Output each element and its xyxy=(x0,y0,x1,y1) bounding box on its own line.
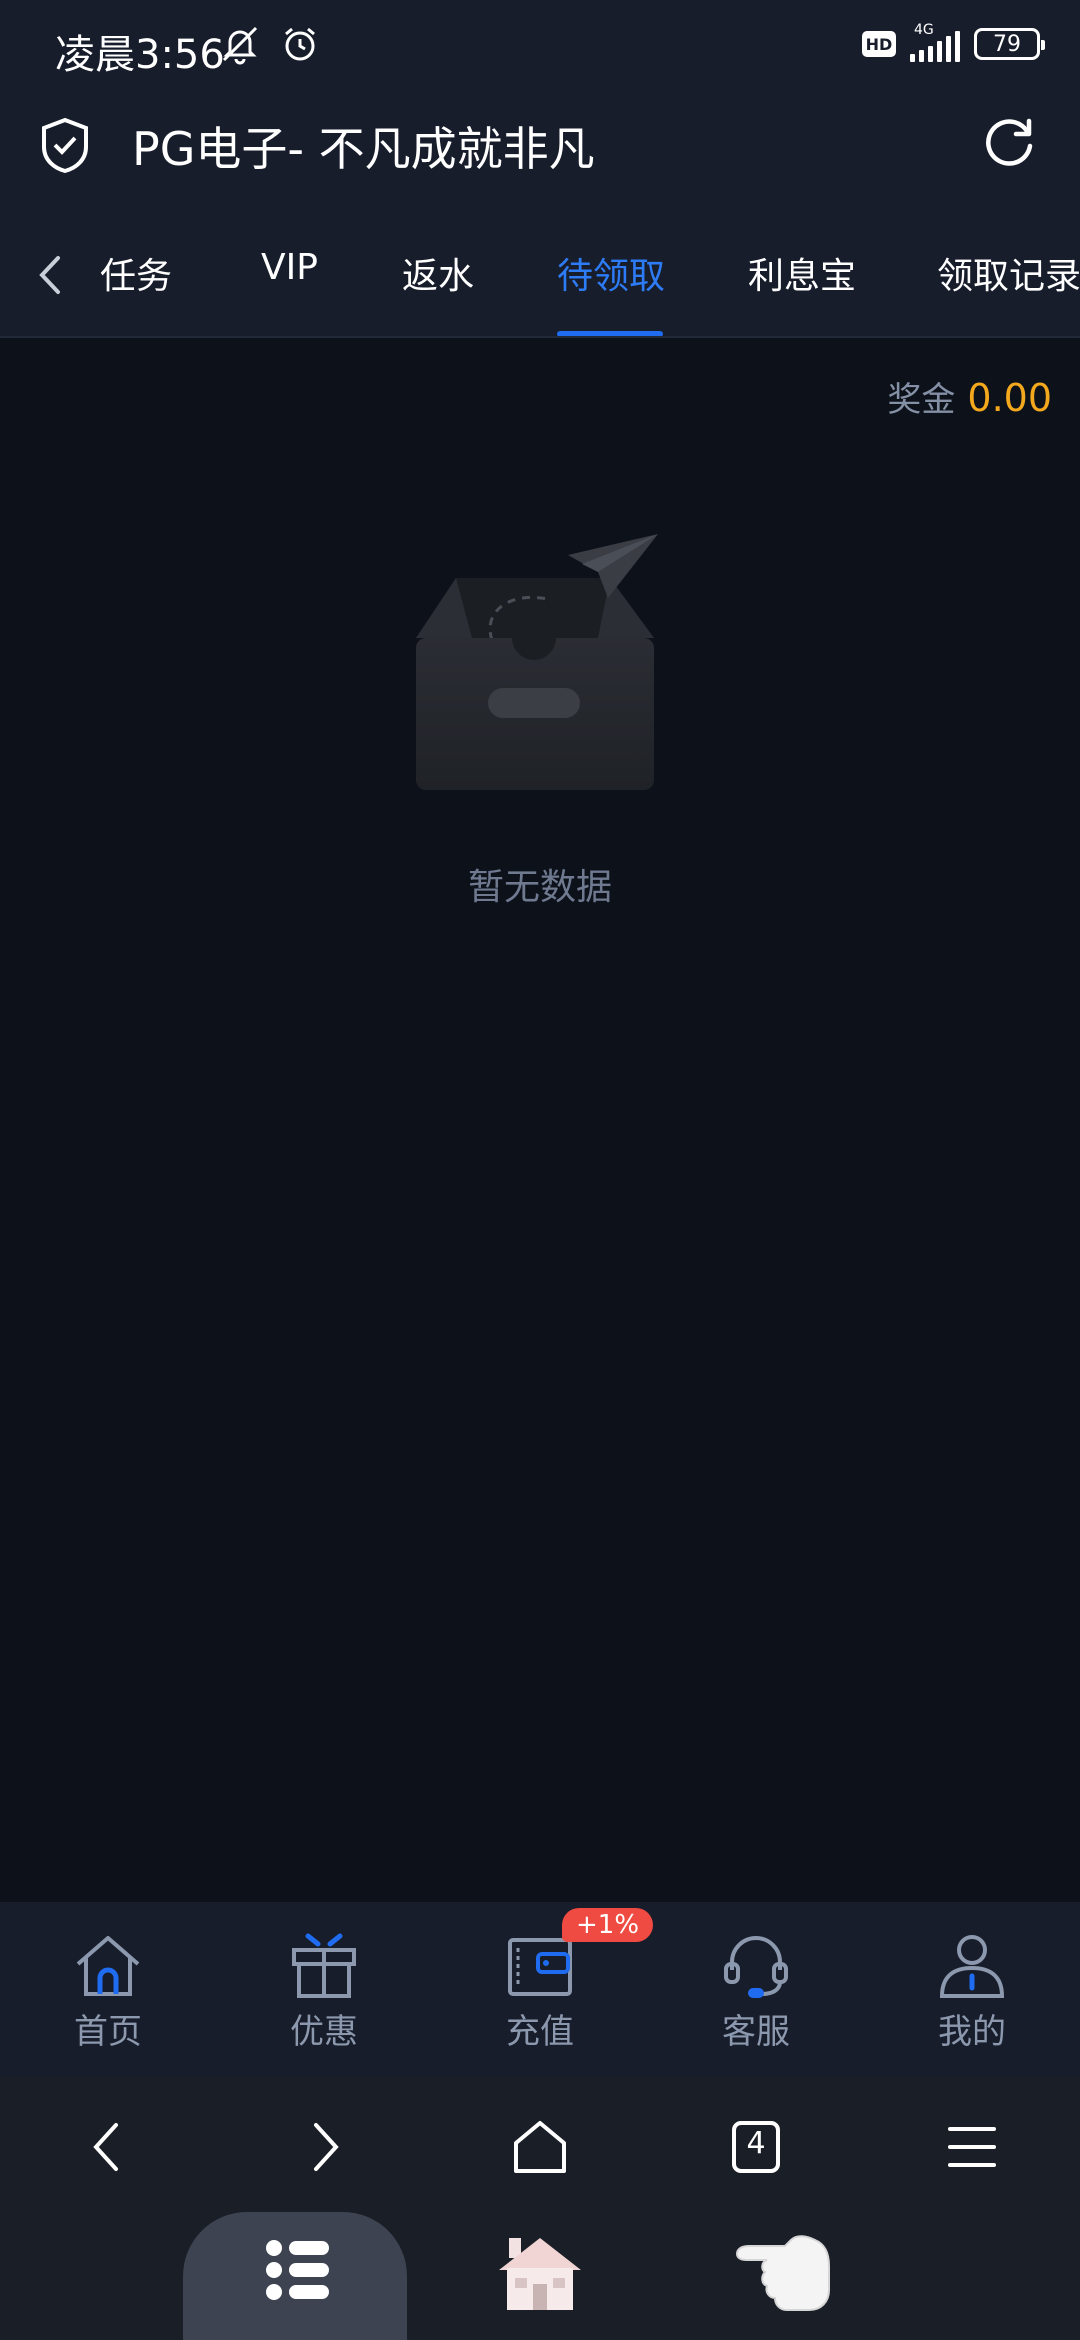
page-title: PG电子- 不凡成就非凡 xyxy=(132,122,595,176)
nav-promotions[interactable]: 优惠 xyxy=(254,1932,394,2053)
hd-badge: HD xyxy=(862,31,896,57)
bonus-label: 奖金 xyxy=(887,380,956,420)
pointing-hand-icon[interactable] xyxy=(735,2230,831,2316)
empty-state-text: 暂无数据 xyxy=(467,867,612,908)
tab-bar: 任务 VIP 返水 待领取 利息宝 领取记录 xyxy=(0,205,1080,338)
user-icon xyxy=(939,1935,1005,1998)
wallet-icon xyxy=(508,1938,572,1996)
tab-tasks[interactable]: 任务 xyxy=(100,247,172,299)
browser-toolbar: 4 xyxy=(0,2077,1080,2212)
status-time: 凌晨3:56 xyxy=(55,32,225,78)
tab-records[interactable]: 领取记录 xyxy=(937,247,1080,299)
status-right: HD 4G 79 xyxy=(862,22,1045,62)
nav-home[interactable]: 首页 xyxy=(38,1932,178,2053)
bonus-summary: 奖金 0.00 xyxy=(887,372,1052,421)
menu-icon[interactable] xyxy=(942,2117,1002,2177)
nav-promotions-label: 优惠 xyxy=(290,2012,358,2052)
nav-deposit[interactable]: 充值 xyxy=(470,1932,610,2053)
title-bar: PG电子- 不凡成就非凡 xyxy=(0,95,1080,205)
house-icon[interactable] xyxy=(495,2226,585,2316)
empty-box-icon xyxy=(416,534,658,790)
back-icon[interactable] xyxy=(78,2117,138,2177)
alarm-icon xyxy=(285,27,315,61)
battery-level: 79 xyxy=(993,31,1021,57)
tab-rebate[interactable]: 返水 xyxy=(402,247,474,299)
tab-count: 4 xyxy=(746,2126,766,2161)
tab-vip[interactable]: VIP xyxy=(261,247,318,288)
status-icons xyxy=(218,22,322,66)
promo-badge: +1% xyxy=(562,1908,654,1942)
signal-icon: 4G xyxy=(910,22,960,62)
chevron-left-icon[interactable] xyxy=(30,250,70,300)
bonus-value: 0.00 xyxy=(967,376,1052,420)
bell-muted-icon xyxy=(222,26,258,65)
list-menu-icon xyxy=(266,2240,329,2300)
tab-interest[interactable]: 利息宝 xyxy=(748,247,856,299)
nav-home-label: 首页 xyxy=(74,2012,142,2052)
network-type: 4G xyxy=(914,22,934,38)
home-icon xyxy=(76,1936,140,1996)
shield-check-icon xyxy=(42,117,88,173)
tabs-count-button[interactable]: 4 xyxy=(726,2117,786,2177)
nav-support-label: 客服 xyxy=(722,2012,790,2052)
nav-support[interactable]: 客服 xyxy=(686,1932,826,2053)
headset-icon xyxy=(724,1936,788,1998)
status-bar: 凌晨3:56 HD 4G 79 xyxy=(0,0,1080,95)
home-page-icon[interactable] xyxy=(510,2117,570,2177)
bottom-dock xyxy=(0,2212,1080,2340)
forward-icon[interactable] xyxy=(294,2117,354,2177)
gift-icon xyxy=(292,1933,356,1998)
bottom-nav: 首页 优惠 充值 客服 我的 xyxy=(0,1902,1080,2077)
tab-pending[interactable]: 待领取 xyxy=(557,247,665,299)
nav-profile-label: 我的 xyxy=(938,2012,1006,2052)
refresh-icon[interactable] xyxy=(980,113,1038,171)
active-tab-indicator xyxy=(557,331,663,336)
nav-profile[interactable]: 我的 xyxy=(902,1932,1042,2053)
nav-deposit-label: 充值 xyxy=(506,2012,574,2052)
battery-icon: 79 xyxy=(974,28,1045,60)
